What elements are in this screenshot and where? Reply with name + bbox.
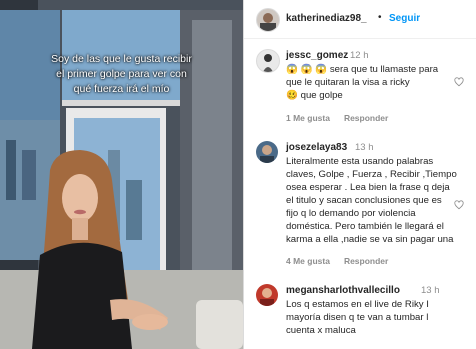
comment-line-text: sera que tu llamaste para [329, 64, 439, 75]
comment-time: 13 h [421, 285, 440, 296]
comment-line-text: que golpe [300, 90, 343, 101]
author-username[interactable]: katherinediaz98_ [286, 13, 367, 24]
comment-line: 🥴 que golpe [286, 89, 456, 102]
comment-time: 13 h [355, 142, 374, 153]
comment-line: doméstica. Pero también le llegará el [286, 221, 444, 232]
video-caption: Soy de las que le gusta recibir el prime… [0, 52, 243, 97]
reel-video[interactable]: Soy de las que le gusta recibir el prime… [0, 0, 243, 349]
comment-line: karma a ella ,nadie se va sin pagar una [286, 234, 454, 245]
like-count[interactable]: 1 Me gusta [286, 113, 330, 123]
reply-button[interactable]: Responder [344, 256, 388, 266]
follow-button[interactable]: Seguir [389, 13, 420, 24]
comment-line: mayoría disen q te van a tumbar l [286, 312, 429, 323]
comment-line: que le quitaran la visa a ricky [286, 77, 410, 88]
comment-meta: 1 Me gusta Responder [286, 113, 402, 123]
emoji-icon: 😱 😱 😱 [286, 64, 328, 75]
commenter-avatar[interactable] [256, 49, 280, 73]
author-avatar[interactable] [256, 8, 280, 32]
comment-line: 😱 😱 😱 sera que tu llamaste para [286, 63, 456, 76]
comment-line: claves, Golpe , Fuerza , Recibir ,Tiempo [286, 169, 457, 180]
avatar-image [260, 145, 274, 163]
comment-username[interactable]: megansharlothvallecillo [286, 285, 400, 296]
comment-text: Literalmente esta usando palabras claves… [286, 155, 466, 246]
commenter-avatar[interactable] [256, 141, 278, 163]
caption-line: Soy de las que le gusta recibir [51, 53, 192, 65]
emoji-icon: 🥴 [286, 90, 298, 101]
caption-line: el primer golpe para ver con [56, 68, 187, 80]
reply-button[interactable]: Responder [344, 113, 388, 123]
avatar-image [263, 54, 273, 72]
comment-text: Los q estamos en el live de Riky I mayor… [286, 298, 466, 337]
comment-time: 12 h [350, 50, 369, 61]
comment-meta: 4 Me gusta Responder [286, 256, 402, 266]
like-count[interactable]: 4 Me gusta [286, 256, 330, 266]
like-heart-icon[interactable] [454, 200, 464, 210]
caption-line: qué fuerza irá el mío [73, 83, 170, 95]
comment-line: el titulo y sacan conclusiones que es [286, 195, 442, 206]
post-header: katherinediaz98_ • Seguir [244, 0, 476, 39]
comment-line: cuenta x maluca [286, 325, 356, 336]
commenter-avatar[interactable] [256, 284, 278, 306]
like-heart-icon[interactable] [454, 77, 464, 87]
comment-text: 😱 😱 😱 sera que tu llamaste para que le q… [286, 63, 456, 102]
comments-panel: katherinediaz98_ • Seguir jessc_gomez 12… [243, 0, 476, 349]
comment-line: fijo q lo demando por violencia [286, 208, 416, 219]
comment-line: Literalmente esta usando palabras [286, 156, 434, 167]
avatar-image [260, 13, 276, 31]
comment-line: osea esperar . Lea bien la frase q deja [286, 182, 450, 193]
comment-username[interactable]: josezelaya83 [286, 142, 347, 153]
comment-username[interactable]: jessc_gomez [286, 50, 348, 61]
avatar-image [260, 288, 274, 306]
comment-line: Los q estamos en el live de Riky I [286, 299, 429, 310]
separator-dot: • [378, 12, 382, 23]
